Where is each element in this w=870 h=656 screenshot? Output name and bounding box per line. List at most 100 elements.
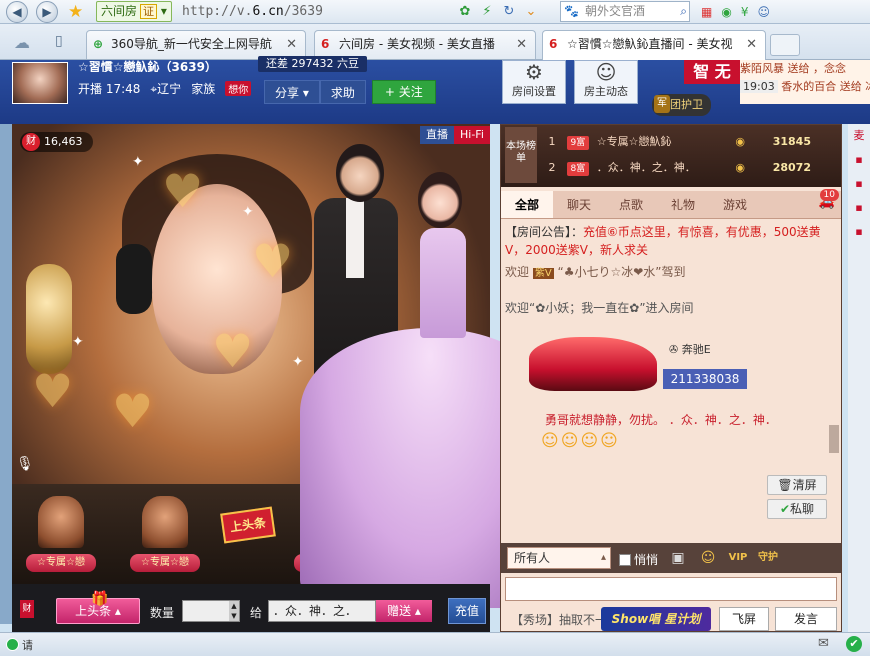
microphone-icon[interactable]: 🎙 xyxy=(16,456,34,472)
login-icon[interactable]: ☺ xyxy=(754,2,773,22)
chat-input[interactable] xyxy=(505,577,837,601)
tab-label: 360导航_新一代安全上网导航 xyxy=(111,37,272,51)
refresh-icon[interactable]: ↻ xyxy=(500,2,518,22)
side-strip-item[interactable]: 麦 xyxy=(848,124,870,148)
tab-games[interactable]: 游戏 xyxy=(709,191,761,218)
supporter-label: ☆专属☆戀 xyxy=(294,554,364,572)
clear-screen-button[interactable]: 🗑清屏 xyxy=(767,475,827,495)
recipient-select[interactable]: 所有人 ▴ xyxy=(507,547,611,569)
headphones xyxy=(116,244,152,314)
help-button[interactable]: 求助 xyxy=(319,80,366,104)
tab-close-icon[interactable]: ✕ xyxy=(516,31,527,58)
chat-controls: 所有人 ▴ 悄悄 ▣ ☺ VIP 守护 xyxy=(501,543,841,573)
vip-button[interactable]: VIP xyxy=(727,547,749,569)
gift-target-input[interactable]: ．众．神．之． xyxy=(268,600,376,622)
clear-label: 清屏 xyxy=(792,478,817,492)
supporter-slot[interactable]: ☆专属☆戀 xyxy=(294,496,364,576)
tab-close-icon[interactable]: ✕ xyxy=(746,31,757,58)
show-link[interactable]: 【秀场】抽取不一 xyxy=(511,611,607,628)
security-check-icon[interactable]: ✔ xyxy=(846,636,862,652)
mail-icon[interactable]: ✉ xyxy=(818,636,829,651)
side-strip-item[interactable]: ▪ xyxy=(848,220,870,244)
recharge-button[interactable]: 充值 xyxy=(448,598,486,624)
back-button[interactable]: ◀ xyxy=(6,1,28,23)
rank-score: 28072 xyxy=(772,161,811,174)
host-activity-button[interactable]: ☺ 房主动态 xyxy=(574,60,638,104)
chat-scrollbar[interactable] xyxy=(829,425,839,453)
car-image xyxy=(529,337,657,391)
share-button[interactable]: 分享 ▾ xyxy=(264,80,320,104)
6cn-favicon-icon: 6 xyxy=(549,37,558,51)
cert-badge: 证 xyxy=(140,4,158,19)
quantity-input[interactable]: ▲ ▼ xyxy=(182,600,240,622)
to-label: 给 xyxy=(250,606,263,620)
tab-chat[interactable]: 聊天 xyxy=(553,191,605,218)
status-bar: 请 ✉ ✔ xyxy=(0,632,870,656)
fly-screen-button[interactable]: 飞屏 xyxy=(719,607,769,631)
6cn-favicon-icon: 6 xyxy=(321,37,330,51)
magnifier-icon[interactable]: ⌕ xyxy=(680,2,687,21)
headline-button[interactable]: 🎁 上头条 ▴ xyxy=(56,591,140,624)
security-icon[interactable]: ✿ xyxy=(456,2,474,22)
status-dot-icon xyxy=(6,638,19,651)
left-strip xyxy=(0,124,12,624)
whisper-toggle[interactable]: 悄悄 xyxy=(619,551,658,568)
family-label[interactable]: 家族 xyxy=(191,80,215,97)
family-badge[interactable]: 想你 xyxy=(225,81,252,96)
host-avatar[interactable] xyxy=(12,62,68,104)
guard-group-button[interactable]: 团护卫 xyxy=(652,94,711,116)
tab-bar: ☁ ▯ ⊕ 360导航_新一代安全上网导航 ✕ 6 六间房 - 美女视频 - 美… xyxy=(0,24,870,60)
dropdown-icon[interactable]: ⌄ xyxy=(522,2,540,22)
follow-button[interactable]: + 关注 xyxy=(371,80,436,104)
forward-arrow-icon: ▶ xyxy=(42,5,52,19)
ranking-row[interactable]: 1 9富 ☆专属☆戀魞鈊 ◉ 31845 xyxy=(545,131,841,153)
supporter-slot[interactable]: ☆专属☆戀 xyxy=(130,496,200,576)
coin-icon[interactable]: ¥ xyxy=(738,2,752,22)
side-strip-item[interactable]: ▪ xyxy=(848,148,870,172)
speed-icon[interactable]: ⚡ xyxy=(478,2,496,22)
apps-grid-icon[interactable]: ▦ xyxy=(698,2,715,22)
wealth-icon[interactable]: 财 xyxy=(20,600,34,618)
room-settings-button[interactable]: ⚙ 房间设置 xyxy=(502,60,566,104)
wechat-icon[interactable]: ◉ xyxy=(718,2,734,22)
tab-6cn-home[interactable]: 6 六间房 - 美女视频 - 美女直播 ✕ xyxy=(314,30,536,59)
supporter-slot[interactable]: ☆专属☆戀 xyxy=(26,496,96,576)
ranking-tab[interactable]: 本场榜单 xyxy=(505,127,537,183)
whisper-checkbox[interactable] xyxy=(619,553,631,566)
site-identity-chip[interactable]: 六间房证 ▾ xyxy=(96,1,172,22)
cloud-icon[interactable]: ☁ xyxy=(14,33,30,52)
favorite-star-icon[interactable]: ★ xyxy=(68,1,83,23)
toolbar-tools: ▦ ◉ ¥ ☺ xyxy=(698,2,773,22)
quantity-spinner[interactable]: ▲ ▼ xyxy=(229,601,239,621)
emoji-icon[interactable]: ☺ xyxy=(697,547,719,569)
check-icon: ✔ xyxy=(779,502,791,516)
private-chat-button[interactable]: ✔私聊 xyxy=(767,499,827,519)
supporter-slot[interactable]: ☆专属☆戀 xyxy=(396,496,466,576)
ranking-row[interactable]: 2 8富 ．众．神．之．神． ◉ 28072 xyxy=(545,157,841,179)
tab-live-room[interactable]: 6 ☆習慣☆戀魞鈊直播间 - 美女视 ✕ xyxy=(542,30,766,60)
send-message-button[interactable]: 发言 xyxy=(775,607,837,631)
tab-songs[interactable]: 点歌 xyxy=(605,191,657,218)
tab-all[interactable]: 全部 xyxy=(501,191,553,218)
image-icon[interactable]: ▣ xyxy=(667,547,689,569)
side-strip-item[interactable]: ▪ xyxy=(848,172,870,196)
tab-gifts[interactable]: 礼物 xyxy=(657,191,709,218)
mobile-icon[interactable]: ▯ xyxy=(55,33,63,49)
search-input[interactable]: 🐾 朝外交官酒 ⌕ xyxy=(560,1,690,22)
tab-close-icon[interactable]: ✕ xyxy=(286,31,297,58)
new-tab-button[interactable] xyxy=(770,34,800,56)
show-star-logo[interactable]: Show唱 星计划 xyxy=(601,607,711,631)
hifi-tag[interactable]: Hi-Fi xyxy=(454,126,490,144)
forward-button[interactable]: ▶ xyxy=(36,1,58,23)
video-player[interactable]: ♥ ♥ ♥ ♥ ♥ ✦ ✦ ✦ ✦ xyxy=(12,124,490,484)
send-gift-button[interactable]: 赠送 ▴ xyxy=(376,600,432,622)
private-label: 私聊 xyxy=(790,502,815,516)
coin-stack-icon: ◉ xyxy=(735,161,745,174)
car-tab[interactable]: 🚗 10 xyxy=(819,189,839,210)
tab-360-nav[interactable]: ⊕ 360导航_新一代安全上网导航 ✕ xyxy=(86,30,306,59)
url-field[interactable]: http://v.6.cn/3639 xyxy=(182,2,452,22)
chat-panel: 本场榜单 1 9富 ☆专属☆戀魞鈊 ◉ 31845 2 8富 ．众．神．之．神．… xyxy=(500,124,842,632)
caret-down-icon: ▾ xyxy=(302,86,309,100)
side-strip-item[interactable]: ▪ xyxy=(848,196,870,220)
guard-button[interactable]: 守护 xyxy=(757,547,779,569)
